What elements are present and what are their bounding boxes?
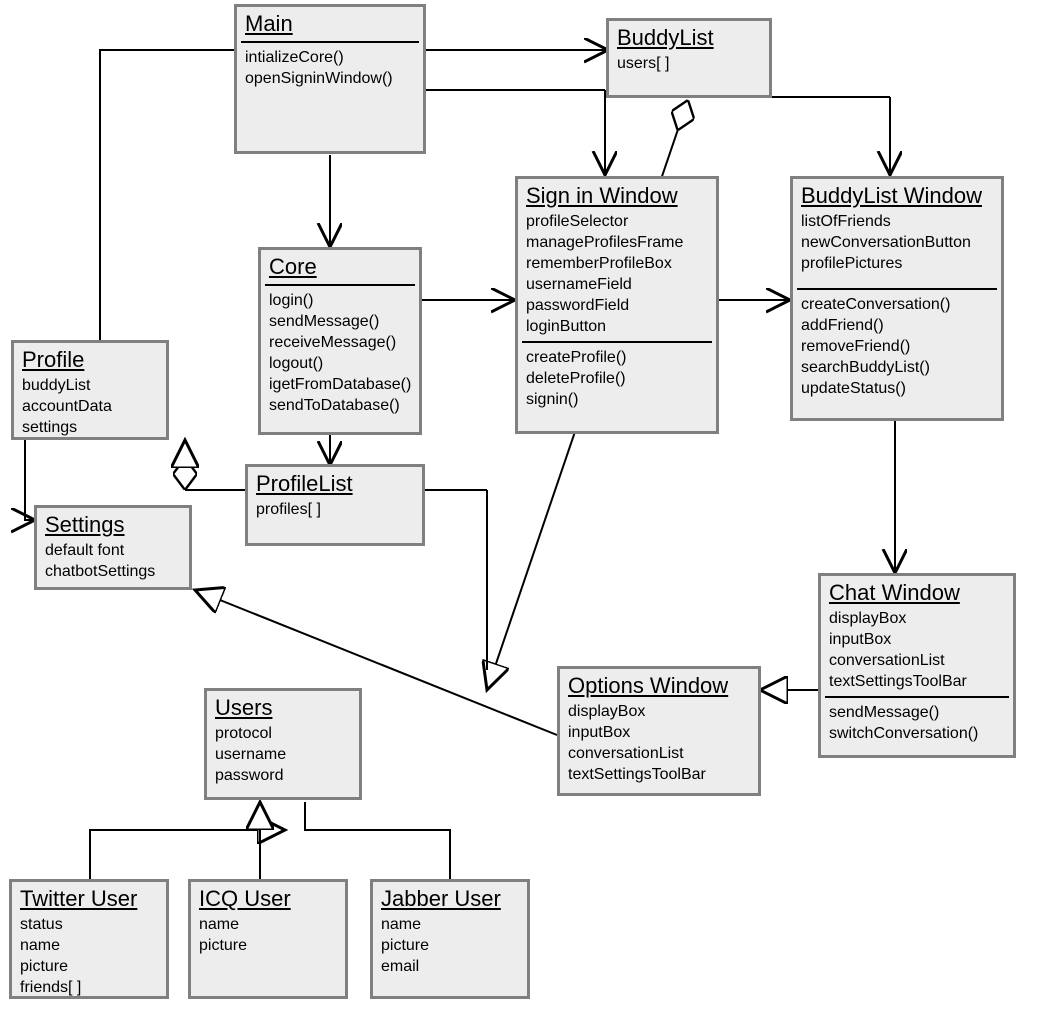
class-profilelist: ProfileList profiles[ ] [245, 464, 425, 546]
class-profile: Profile buddyList accountData settings [11, 340, 169, 440]
class-title: Twitter User [20, 886, 160, 912]
attribute: picture [197, 935, 339, 956]
method: createConversation() [799, 294, 995, 315]
method: sendMessage() [827, 702, 1007, 723]
method: createProfile() [524, 347, 710, 368]
attribute: friends[ ] [18, 977, 160, 998]
method: deleteProfile() [524, 368, 710, 389]
attribute: accountData [20, 396, 160, 417]
method: sendToDatabase() [267, 395, 413, 416]
method: signin() [524, 389, 710, 410]
class-options-window: Options Window displayBox inputBox conve… [557, 666, 761, 796]
attribute: status [18, 914, 160, 935]
class-title: Jabber User [381, 886, 521, 912]
method: intializeCore() [243, 47, 417, 68]
attribute: usernameField [524, 274, 710, 295]
class-title: ProfileList [256, 471, 416, 497]
class-buddylist: BuddyList users[ ] [606, 18, 772, 98]
class-main: Main intializeCore() openSigninWindow() [234, 4, 426, 154]
attribute: email [379, 956, 521, 977]
attribute: manageProfilesFrame [524, 232, 710, 253]
class-icq-user: ICQ User name picture [188, 879, 348, 999]
attribute: passwordField [524, 295, 710, 316]
method: addFriend() [799, 315, 995, 336]
attribute: name [18, 935, 160, 956]
attribute: name [379, 914, 521, 935]
class-title: Sign in Window [526, 183, 710, 209]
class-buddylist-window: BuddyList Window listOfFriends newConver… [790, 176, 1004, 421]
class-title: ICQ User [199, 886, 339, 912]
attribute: protocol [213, 723, 353, 744]
class-title: BuddyList Window [801, 183, 995, 209]
attribute: rememberProfileBox [524, 253, 710, 274]
class-title: Core [269, 254, 413, 280]
attribute: conversationList [827, 650, 1007, 671]
attribute: users[ ] [615, 53, 763, 74]
attribute: profiles[ ] [254, 499, 416, 520]
attribute: chatbotSettings [43, 561, 183, 582]
attribute: inputBox [827, 629, 1007, 650]
class-title: Main [245, 11, 417, 37]
method: login() [267, 290, 413, 311]
class-title: Chat Window [829, 580, 1007, 606]
method: openSigninWindow() [243, 68, 417, 89]
class-signin-window: Sign in Window profileSelector managePro… [515, 176, 719, 434]
method: removeFriend() [799, 336, 995, 357]
class-settings: Settings default font chatbotSettings [34, 505, 192, 590]
attribute: name [197, 914, 339, 935]
method: updateStatus() [799, 378, 995, 399]
attribute: listOfFriends [799, 211, 995, 232]
attribute: newConversationButton [799, 232, 995, 253]
class-title: BuddyList [617, 25, 763, 51]
attribute: picture [18, 956, 160, 977]
class-core: Core login() sendMessage() receiveMessag… [258, 247, 422, 435]
attribute: settings [20, 417, 160, 438]
class-title: Profile [22, 347, 160, 373]
attribute: password [213, 765, 353, 786]
class-twitter-user: Twitter User status name picture friends… [9, 879, 169, 999]
attribute: username [213, 744, 353, 765]
method: igetFromDatabase() [267, 374, 413, 395]
attribute: buddyList [20, 375, 160, 396]
class-users: Users protocol username password [204, 688, 362, 800]
attribute: textSettingsToolBar [566, 764, 752, 785]
method: receiveMessage() [267, 332, 413, 353]
attribute: default font [43, 540, 183, 561]
attribute: conversationList [566, 743, 752, 764]
class-jabber-user: Jabber User name picture email [370, 879, 530, 999]
attribute: displayBox [827, 608, 1007, 629]
method: switchConversation() [827, 723, 1007, 744]
class-chat-window: Chat Window displayBox inputBox conversa… [818, 573, 1016, 758]
class-title: Users [215, 695, 353, 721]
method: sendMessage() [267, 311, 413, 332]
attribute: picture [379, 935, 521, 956]
method: logout() [267, 353, 413, 374]
attribute: textSettingsToolBar [827, 671, 1007, 692]
attribute: profileSelector [524, 211, 710, 232]
attribute: inputBox [566, 722, 752, 743]
uml-class-diagram: { "classes": { "main": { "title": "Main"… [0, 0, 1055, 1016]
class-title: Options Window [568, 673, 752, 699]
attribute: displayBox [566, 701, 752, 722]
attribute: loginButton [524, 316, 710, 337]
class-title: Settings [45, 512, 183, 538]
method: searchBuddyList() [799, 357, 995, 378]
attribute: profilePictures [799, 253, 995, 274]
